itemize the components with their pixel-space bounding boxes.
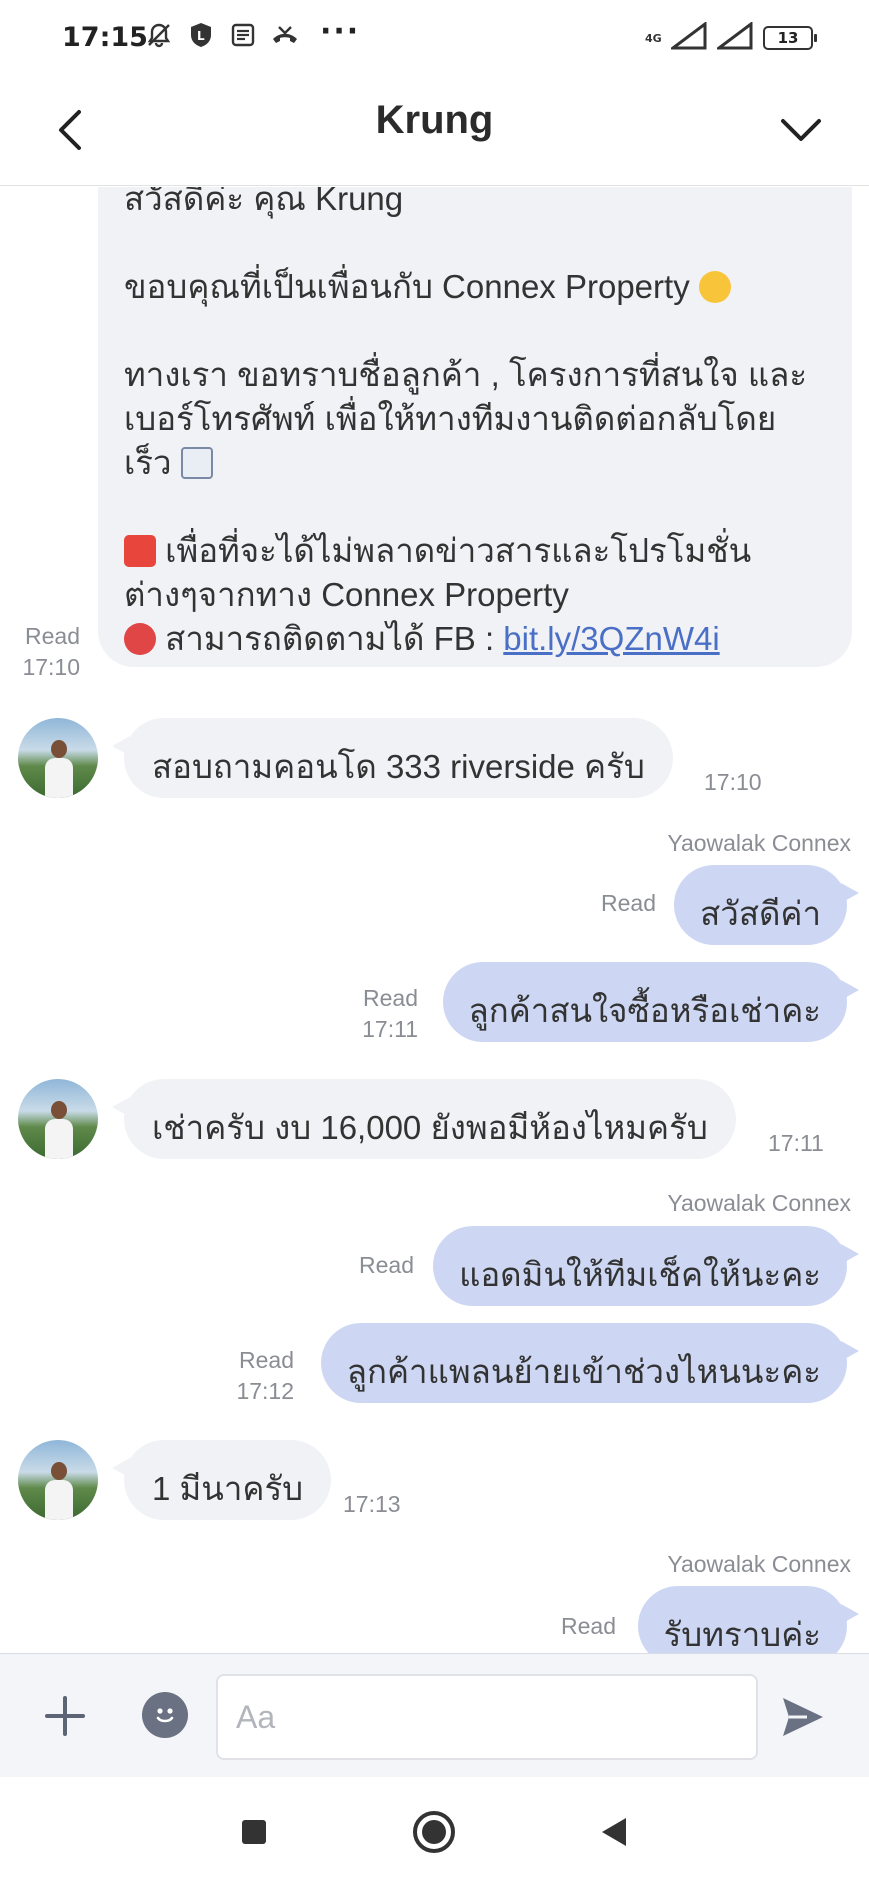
read-receipt: Read — [363, 985, 418, 1011]
send-button[interactable] — [773, 1688, 833, 1746]
svg-text:L: L — [197, 29, 205, 43]
message-bubble-incoming[interactable]: 1 มีนาครับ — [112, 1440, 332, 1520]
plus-icon — [45, 1696, 85, 1736]
message-line: ขอบคุณที่เป็นเพื่อนกับ Connex Property — [124, 265, 826, 309]
status-time: 17:15 — [62, 22, 148, 53]
system-nav-bar — [0, 1777, 869, 1883]
message-meta: Read 17:10 — [14, 621, 80, 683]
message-input-bar — [0, 1653, 869, 1777]
message-text: เช่าครับ งบ 16,000 ยังพอมีห้องไหมครับ — [152, 1109, 708, 1146]
missed-call-icon — [270, 20, 300, 50]
message-text: 1 มีนาครับ — [152, 1470, 304, 1507]
mute-bell-icon — [144, 20, 174, 50]
message-line: เพื่อที่จะได้ไม่พลาดข่าวสารและโปรโมชั่น — [124, 529, 826, 573]
shield-icon: L — [186, 20, 216, 50]
avatar[interactable] — [18, 1440, 98, 1520]
square-icon — [242, 1820, 266, 1844]
status-icons: L ··· — [144, 14, 360, 50]
signal-icon — [668, 21, 709, 54]
sender-name: Yaowalak Connex — [667, 1551, 851, 1577]
message-time: 17:13 — [343, 1491, 401, 1517]
sender-name: Yaowalak Connex — [667, 830, 851, 856]
message-text: ลูกค้าสนใจซื้อหรือเช่าคะ — [468, 992, 821, 1029]
message-meta: Read 17:11 — [362, 983, 418, 1045]
back-nav-button[interactable] — [589, 1807, 639, 1857]
home-button[interactable] — [409, 1807, 459, 1857]
message-line: ทางเรา ขอทราบชื่อลูกค้า , โครงการที่สนใจ… — [124, 356, 808, 393]
message-input[interactable] — [216, 1674, 758, 1760]
read-receipt: Read — [359, 1252, 414, 1278]
read-receipt: Read — [601, 890, 656, 916]
message-bubble-outgoing[interactable]: ลูกค้าสนใจซื้อหรือเช่าคะ — [442, 962, 859, 1042]
recent-apps-button[interactable] — [229, 1807, 279, 1857]
chevron-down-icon — [781, 119, 821, 141]
message-meta: Read 17:12 — [236, 1345, 294, 1407]
more-status-icon: ··· — [320, 13, 361, 49]
chat-area[interactable]: สวัสดีค่ะ คุณ Krung ขอบคุณที่เป็นเพื่อนก… — [0, 187, 869, 1653]
memo-emoji-icon — [180, 447, 213, 479]
message-bubble-outgoing[interactable]: ลูกค้าแพลนย้ายเข้าช่วงไหนนะคะ — [320, 1323, 859, 1403]
battery-icon: 13 — [763, 26, 817, 50]
facebook-link[interactable]: bit.ly/3QZnW4i — [503, 620, 719, 657]
read-receipt: Read — [25, 623, 80, 649]
header-menu-button[interactable] — [771, 100, 831, 160]
status-right: 4G 13 — [645, 21, 817, 54]
message-line: ต่างๆจากทาง Connex Property — [124, 576, 569, 613]
battery-level: 13 — [777, 29, 799, 47]
message-time: 17:10 — [22, 654, 80, 680]
message-time: 17:11 — [362, 1016, 418, 1042]
signal-icon-2 — [714, 21, 755, 54]
message-time: 17:12 — [236, 1378, 294, 1404]
message-bubble-incoming[interactable]: สอบถามคอนโด 333 riverside ครับ — [112, 718, 673, 798]
avatar[interactable] — [18, 718, 98, 798]
triangle-back-icon — [602, 1818, 626, 1846]
read-receipt: Read — [239, 1347, 294, 1373]
sticker-button[interactable] — [142, 1692, 188, 1738]
sender-name: Yaowalak Connex — [667, 1190, 851, 1216]
message-time: 17:10 — [704, 769, 762, 795]
message-bubble-incoming[interactable]: เช่าครับ งบ 16,000 ยังพอมีห้องไหมครับ — [112, 1079, 736, 1159]
message-line: เร็ว — [124, 441, 826, 485]
message-line: เบอร์โทรศัพท์ เพื่อให้ทางทีมงานติดต่อกลั… — [124, 400, 777, 437]
message-bubble-outgoing[interactable]: รับทราบค่ะ — [637, 1586, 859, 1653]
gift-emoji-icon — [124, 535, 156, 567]
message-bubble-outgoing[interactable]: สวัสดีค่า — [674, 865, 859, 945]
chat-header: Krung — [0, 76, 869, 186]
message-text: ลูกค้าแพลนย้ายเข้าช่วงไหนนะคะ — [346, 1353, 821, 1390]
message-text: แอดมินให้ทีมเช็คให้นะคะ — [459, 1256, 821, 1293]
home-circle-icon — [413, 1811, 455, 1853]
smile-emoji-icon — [698, 271, 731, 303]
smiley-icon — [156, 1708, 174, 1723]
add-attachment-button[interactable] — [40, 1686, 90, 1746]
network-label: 4G — [645, 31, 662, 45]
send-icon — [783, 1698, 823, 1736]
message-bubble-outgoing[interactable]: แอดมินให้ทีมเช็คให้นะคะ — [433, 1226, 859, 1306]
pushpin-emoji-icon — [124, 623, 156, 655]
avatar[interactable] — [18, 1079, 98, 1159]
message-bubble-incoming[interactable]: สวัสดีค่ะ คุณ Krung ขอบคุณที่เป็นเพื่อนก… — [98, 187, 852, 667]
read-receipt: Read — [561, 1613, 616, 1639]
message-text: รับทราบค่ะ — [663, 1616, 821, 1653]
message-text: สวัสดีค่า — [700, 895, 821, 932]
message-line: สวัสดีค่ะ คุณ Krung — [124, 187, 404, 217]
message-line: สามารถติดตามได้ FB : bit.ly/3QZnW4i — [124, 617, 826, 661]
chat-title: Krung — [375, 98, 494, 142]
news-icon — [228, 20, 258, 50]
message-time: 17:11 — [768, 1130, 824, 1156]
message-text: สอบถามคอนโด 333 riverside ครับ — [152, 748, 645, 785]
status-bar: 17:15 L ··· 4G 13 — [0, 0, 869, 76]
